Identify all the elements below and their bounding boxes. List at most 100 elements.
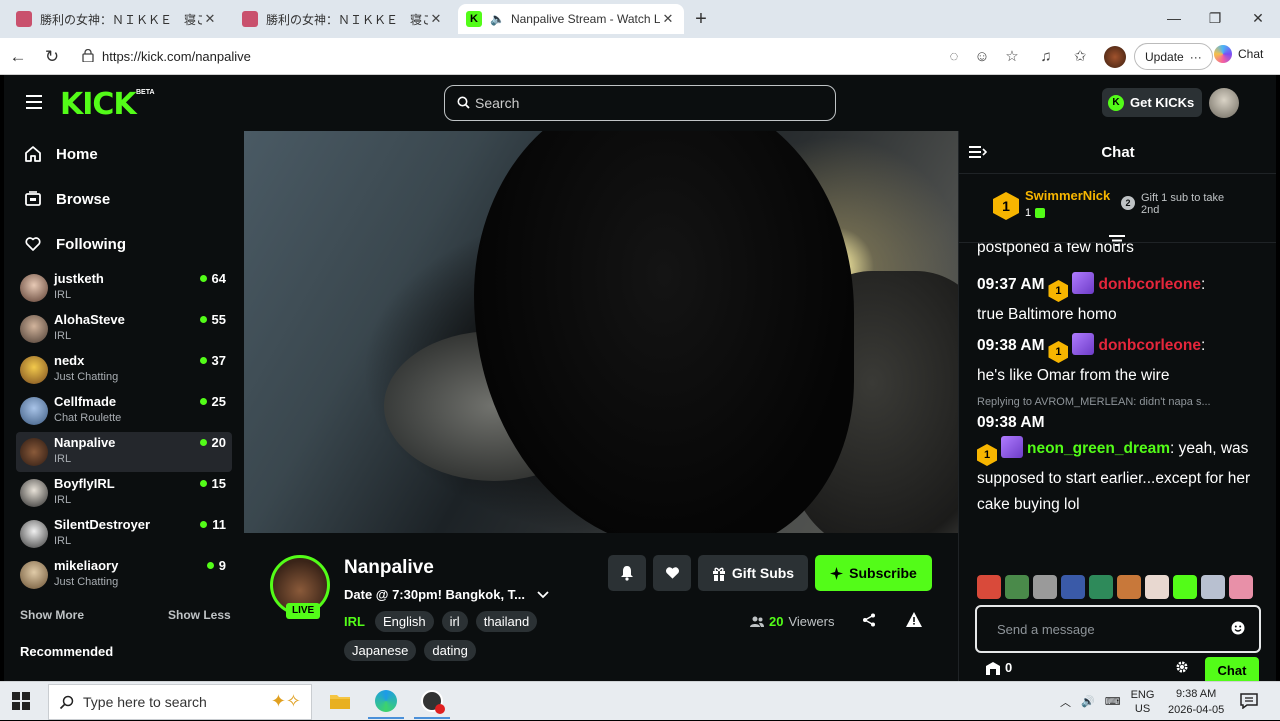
- url-field[interactable]: https://kick.com/nanpalive: [72, 42, 1032, 71]
- kicks-coin-icon: K: [1108, 94, 1124, 111]
- emote-icon[interactable]: [977, 575, 1001, 599]
- copilot-chat-button[interactable]: Chat: [1214, 45, 1263, 63]
- show-less-button[interactable]: Show Less: [168, 608, 231, 622]
- search-input[interactable]: Search: [444, 85, 836, 121]
- close-tab-icon[interactable]: ✕: [202, 11, 218, 27]
- followed-channel[interactable]: Cellfmade Chat Roulette 25: [16, 391, 232, 431]
- file-explorer-icon[interactable]: [322, 685, 358, 719]
- tag-chip[interactable]: irl: [441, 611, 468, 632]
- close-tab-icon[interactable]: ✕: [428, 11, 444, 27]
- share-icon[interactable]: [862, 613, 876, 630]
- browse-icon: [24, 190, 42, 208]
- chevron-up-icon[interactable]: ︿: [1060, 694, 1071, 710]
- followed-channel[interactable]: justketh IRL 64: [16, 268, 232, 308]
- emote-icon[interactable]: [1229, 575, 1253, 599]
- stream-title[interactable]: Date @ 7:30pm! Bangkok, T...: [344, 587, 549, 602]
- maximize-icon[interactable]: ❐: [1205, 8, 1225, 28]
- input-language[interactable]: ENG US: [1131, 688, 1155, 716]
- close-tab-icon[interactable]: ✕: [660, 11, 676, 27]
- reader-icon[interactable]: ☺: [972, 47, 992, 67]
- close-window-icon[interactable]: ✕: [1248, 8, 1268, 28]
- emote-icon[interactable]: [1089, 575, 1113, 599]
- taskbar-clock[interactable]: 9:38 AM 2026-04-05: [1168, 686, 1224, 718]
- back-icon[interactable]: ←: [6, 45, 30, 69]
- emote-icon[interactable]: [1145, 575, 1169, 599]
- tag-chip[interactable]: Japanese: [344, 640, 417, 661]
- emote-icon[interactable]: [1201, 575, 1225, 599]
- channel-title[interactable]: Nanpalive: [344, 557, 434, 579]
- sidebar-item-browse[interactable]: Browse: [24, 190, 110, 208]
- windows-start-icon[interactable]: [12, 692, 30, 710]
- reload-icon[interactable]: ↻: [40, 45, 64, 69]
- copilot-chat-label: Chat: [1238, 47, 1264, 61]
- browser-tab-2[interactable]: 勝利の女神：ＮＩＫＫＥ 寝ころび ✕: [234, 4, 452, 34]
- chat-message: 09:38 AM 1 donbcorleone: he's like Omar fr…: [977, 333, 1267, 389]
- gear-icon[interactable]: [1175, 660, 1189, 674]
- report-warning-icon[interactable]: [906, 612, 922, 632]
- speaker-icon[interactable]: 🔈: [490, 12, 505, 26]
- followed-channel[interactable]: AlohaSteve IRL 55: [16, 309, 232, 349]
- subscribe-button[interactable]: Subscribe: [815, 555, 932, 591]
- follow-button[interactable]: [653, 555, 691, 591]
- send-chat-button[interactable]: Chat: [1205, 657, 1259, 681]
- chevron-down-icon[interactable]: [537, 590, 549, 599]
- sidebar-item-following[interactable]: Following: [24, 235, 126, 253]
- followed-channel-selected[interactable]: Nanpalive IRL 20: [16, 432, 232, 472]
- obs-app-icon[interactable]: [414, 685, 450, 719]
- gift-info[interactable]: 2 Gift 1 sub to take 2nd: [1121, 192, 1241, 216]
- favorite-star-icon[interactable]: ☆: [1002, 47, 1022, 67]
- stream-category-link[interactable]: IRL: [344, 614, 365, 629]
- tracking-prevention-icon[interactable]: ◌: [944, 47, 964, 67]
- extensions-icon[interactable]: ♫: [1036, 47, 1056, 67]
- emoji-icon[interactable]: [1231, 621, 1245, 635]
- channel-name: Nanpalive: [54, 435, 116, 450]
- minimize-icon[interactable]: —: [1164, 8, 1184, 28]
- show-more-button[interactable]: Show More: [20, 608, 84, 622]
- sparkle-icon: [830, 566, 844, 580]
- kick-logo[interactable]: KICK: [60, 87, 137, 122]
- viewer-count: 37: [199, 353, 226, 368]
- followed-channel[interactable]: SilentDestroyer IRL 11: [16, 514, 232, 554]
- live-badge: LIVE: [286, 603, 321, 619]
- emote-icon[interactable]: [1117, 575, 1141, 599]
- subscriber-badge-icon: [1072, 272, 1095, 294]
- browser-tab-1[interactable]: 勝利の女神：ＮＩＫＫＥ 寝ころび ✕: [8, 4, 226, 34]
- video-player[interactable]: [244, 131, 958, 533]
- volume-icon[interactable]: 🔊: [1081, 695, 1095, 708]
- message-username[interactable]: donbcorleone: [1098, 337, 1200, 354]
- profile-avatar[interactable]: [1104, 46, 1126, 68]
- new-tab-button[interactable]: +: [690, 8, 712, 30]
- chat-message-input[interactable]: Send a message: [975, 605, 1261, 653]
- keyboard-icon[interactable]: ⌨: [1105, 695, 1121, 708]
- emote-icon[interactable]: [1005, 575, 1029, 599]
- message-username[interactable]: donbcorleone: [1098, 276, 1200, 293]
- collections-icon[interactable]: ✩: [1070, 47, 1090, 67]
- menu-icon[interactable]: [26, 95, 42, 109]
- leaderboard-user[interactable]: SwimmerNick: [1025, 188, 1110, 203]
- search-placeholder: Search: [475, 95, 520, 111]
- emote-icon[interactable]: [1033, 575, 1057, 599]
- emote-icon[interactable]: [1173, 575, 1197, 599]
- emote-icon[interactable]: [1061, 575, 1085, 599]
- browser-tab-3[interactable]: K 🔈 Nanpalive Stream - Watch Live ✕: [458, 4, 684, 34]
- tag-chip[interactable]: English: [374, 611, 434, 632]
- taskbar-search-input[interactable]: Type here to search ✦✧: [48, 684, 312, 720]
- followed-channel[interactable]: BoyflyIRL IRL 15: [16, 473, 232, 513]
- notification-bell-button[interactable]: [608, 555, 646, 591]
- channel-points-icon[interactable]: [985, 661, 1001, 676]
- gift-subs-button[interactable]: Gift Subs: [698, 555, 808, 591]
- viewer-number: 11: [212, 517, 226, 532]
- tag-chip[interactable]: dating: [424, 640, 476, 661]
- reply-context[interactable]: Replying to AVROM_MERLEAN: didn't napa s…: [977, 396, 1211, 408]
- followed-channel[interactable]: mikeliaory Just Chatting 9: [16, 555, 232, 595]
- sidebar-item-home[interactable]: Home: [24, 145, 98, 163]
- leaderboard-count: 1: [1025, 207, 1046, 219]
- notification-center-icon[interactable]: [1240, 693, 1258, 709]
- update-button[interactable]: Update ···: [1134, 43, 1213, 70]
- edge-browser-icon[interactable]: [368, 685, 404, 719]
- tag-chip[interactable]: thailand: [475, 611, 538, 632]
- get-kicks-button[interactable]: K Get KICKs: [1102, 88, 1203, 117]
- message-username[interactable]: neon_green_dream: [1027, 440, 1170, 457]
- user-avatar[interactable]: [1209, 88, 1239, 118]
- followed-channel[interactable]: nedx Just Chatting 37: [16, 350, 232, 390]
